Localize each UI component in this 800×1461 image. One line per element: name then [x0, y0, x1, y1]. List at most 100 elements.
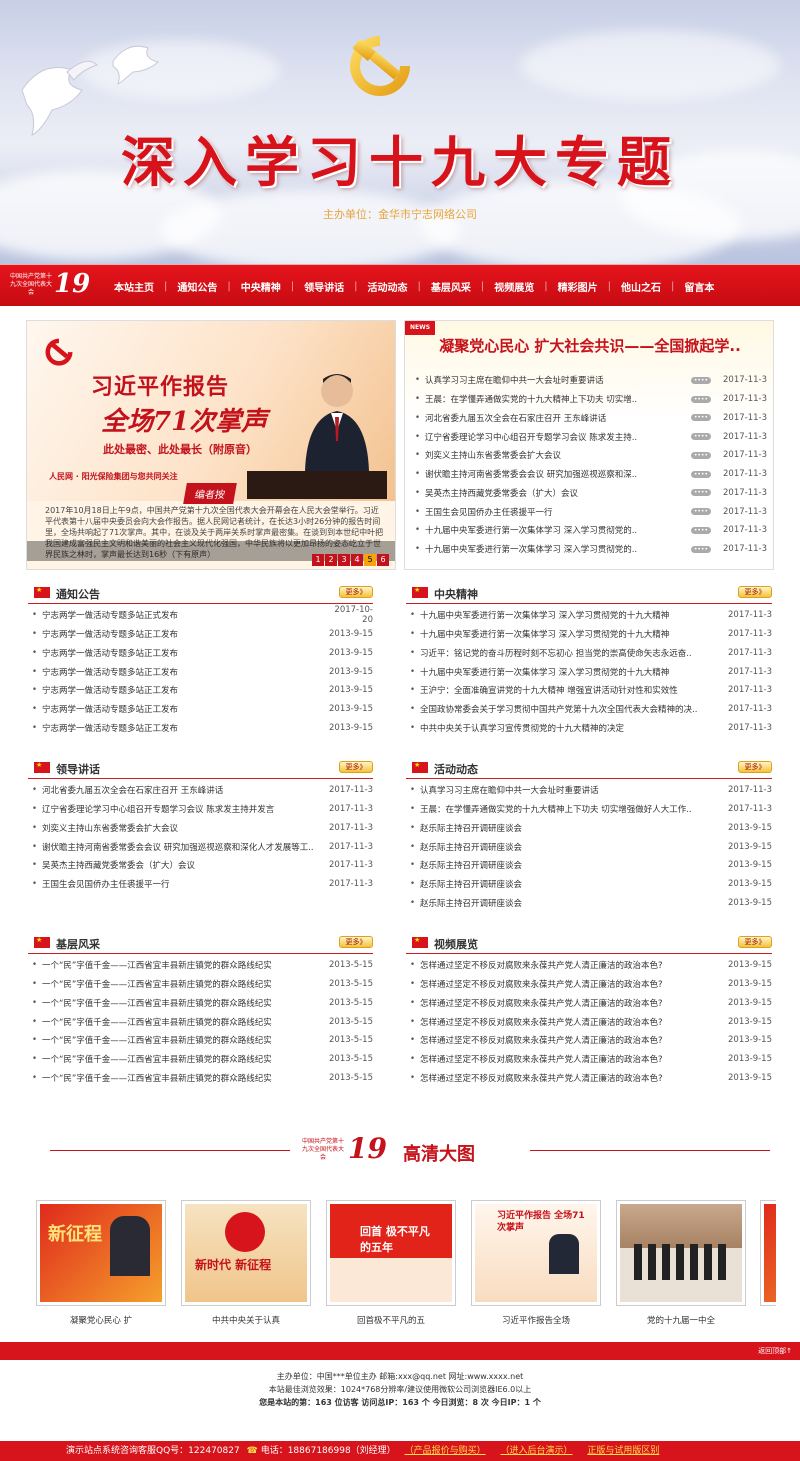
nav-item-central[interactable]: 中央精神 [231, 279, 291, 294]
list-item[interactable]: • 王晨：在学懂弄通做实党的十九大精神上下功夫 切实增强做好人大工作.. 2017-… [410, 800, 772, 819]
slider-page-6[interactable]: 6 [377, 554, 389, 566]
gallery-thumbnail[interactable] [760, 1200, 776, 1306]
item-title[interactable]: 十九届中央军委进行第一次集体学习 深入学习贯彻党的十九大精神 [420, 609, 724, 621]
item-title[interactable]: 十九届中央军委进行第一次集体学习 深入学习贯彻党的十九大精神 [420, 628, 724, 640]
nav-item-video[interactable]: 视频展览 [484, 279, 544, 294]
gallery-item[interactable]: 回首 极不平凡的五年 回首极不平凡的五 [326, 1200, 456, 1326]
list-item[interactable]: • 全国政协常委会关于学习贯彻中国共产党第十九次全国代表大会精神的决.. 2017-… [410, 700, 772, 719]
list-item[interactable]: • 怎样通过坚定不移反对腐败来永葆共产党人清正廉洁的政治本色? 2013-9-15 [410, 956, 772, 975]
list-item[interactable]: • 怎样通过坚定不移反对腐败来永葆共产党人清正廉洁的政治本色? 2013-9-15 [410, 1012, 772, 1031]
list-item[interactable]: • 怎样通过坚定不移反对腐败来永葆共产党人清正廉洁的政治本色? 2013-9-15 [410, 1050, 772, 1069]
list-item[interactable]: • 认真学习习主席在瞻仰中共一大会址时重要讲话 2017-11-3 [410, 781, 772, 800]
gallery-item[interactable]: 习近平作报告 全场71次掌声 习近平作报告全场 [471, 1200, 601, 1326]
gallery-caption[interactable]: 回首极不平凡的五 [326, 1314, 456, 1326]
item-title[interactable]: 宁志两学一做活动专题多站正工发布 [42, 628, 325, 640]
list-item[interactable]: • 赵乐际主持召开调研座谈会 2013-9-15 [410, 875, 772, 894]
gallery-carousel[interactable]: 新征程 凝聚党心民心 扩 新时代 新征程 中共中央关于认真 回首 极不平凡的五年… [36, 1200, 776, 1330]
gallery-caption[interactable]: 习近平作报告全场 [471, 1314, 601, 1326]
list-item[interactable]: • 一个“民”字值千金——江西省宜丰县新庄镇党的群众路线纪实 2013-5-15 [32, 1050, 373, 1069]
gallery-item[interactable]: 新征程 凝聚党心民心 扩 [36, 1200, 166, 1326]
license-compare-link[interactable]: 正版与试用版区别 [587, 1446, 659, 1456]
item-title[interactable]: 宁志两学一做活动专题多站正式发布 [42, 609, 325, 621]
pricing-link[interactable]: （产品报价与购买） [405, 1446, 486, 1456]
item-title[interactable]: 吴英杰主持西藏党委常委会（扩大）会议 [42, 859, 325, 871]
item-title[interactable]: 宁志两学一做活动专题多站正工发布 [42, 647, 325, 659]
list-item[interactable]: • 怎样通过坚定不移反对腐败来永葆共产党人清正廉洁的政治本色? 2013-9-15 [410, 1069, 772, 1088]
list-item[interactable]: • 一个“民”字值千金——江西省宜丰县新庄镇党的群众路线纪实 2013-5-15 [32, 1069, 373, 1088]
list-item[interactable]: • 宁志两学一做活动专题多站正工发布 2013-9-15 [32, 662, 373, 681]
list-item[interactable]: • 赵乐际主持召开调研座谈会 2013-9-15 [410, 856, 772, 875]
list-item[interactable]: • 宁志两学一做活动专题多站正工发布 2013-9-15 [32, 700, 373, 719]
list-item[interactable]: • 怎样通过坚定不移反对腐败来永葆共产党人清正廉洁的政治本色? 2013-9-15 [410, 1031, 772, 1050]
gallery-item[interactable]: 党的十九届一中全 [616, 1200, 746, 1326]
item-title[interactable]: 一个“民”字值千金——江西省宜丰县新庄镇党的群众路线纪实 [42, 1034, 325, 1046]
news-item-title[interactable]: 辽宁省委理论学习中心组召开专题学习会议 陈求发主持.. [425, 431, 691, 443]
nav-item-leaders[interactable]: 领导讲话 [294, 279, 354, 294]
gallery-item[interactable] [760, 1200, 776, 1306]
more-button[interactable]: 更多》 [738, 761, 772, 773]
list-item[interactable]: • 中共中央关于认真学习宣传贯彻党的十九大精神的决定 2017-11-3 [410, 719, 772, 738]
list-item[interactable]: • 宁志两学一做活动专题多站正工发布 2013-9-15 [32, 719, 373, 738]
item-title[interactable]: 一个“民”字值千金——江西省宜丰县新庄镇党的群众路线纪实 [42, 978, 325, 990]
list-item[interactable]: • 刘奕义主持山东省委常委会扩大会议 2017-11-3 [32, 819, 373, 838]
list-item[interactable]: • 赵乐际主持召开调研座谈会 2013-9-15 [410, 819, 772, 838]
list-item[interactable]: • 辽宁省委理论学习中心组召开专题学习会议 陈求发主持.. •••• 2017-11-… [415, 427, 767, 446]
list-item[interactable]: • 习近平：铭记党的奋斗历程时刻不忘初心 担当党的崇高使命矢志永远奋.. 2017-… [410, 644, 772, 663]
list-item[interactable]: • 一个“民”字值千金——江西省宜丰县新庄镇党的群众路线纪实 2013-5-15 [32, 975, 373, 994]
news-item-title[interactable]: 王晨：在学懂弄通做实党的十九大精神上下功夫 切实增.. [425, 393, 691, 405]
list-item[interactable]: • 王国生会见国侨办主任裘援平一行 •••• 2017-11-3 [415, 502, 767, 521]
item-title[interactable]: 宁志两学一做活动专题多站正工发布 [42, 666, 325, 678]
list-item[interactable]: • 十九届中央军委进行第一次集体学习 深入学习贯彻党的.. •••• 2017-11-… [415, 521, 767, 540]
admin-demo-link[interactable]: （进入后台演示） [500, 1446, 572, 1456]
item-title[interactable]: 赵乐际主持召开调研座谈会 [420, 878, 724, 890]
item-title[interactable]: 宁志两学一做活动专题多站正工发布 [42, 684, 325, 696]
item-title[interactable]: 一个“民”字值千金——江西省宜丰县新庄镇党的群众路线纪实 [42, 1053, 325, 1065]
list-item[interactable]: • 怎样通过坚定不移反对腐败来永葆共产党人清正廉洁的政治本色? 2013-9-15 [410, 975, 772, 994]
item-title[interactable]: 宁志两学一做活动专题多站正工发布 [42, 703, 325, 715]
list-item[interactable]: • 赵乐际主持召开调研座谈会 2013-9-15 [410, 894, 772, 913]
item-title[interactable]: 辽宁省委理论学习中心组召开专题学习会议 陈求发主持并发言 [42, 803, 325, 815]
list-item[interactable]: • 辽宁省委理论学习中心组召开专题学习会议 陈求发主持并发言 2017-11-3 [32, 800, 373, 819]
gallery-caption[interactable]: 党的十九届一中全 [616, 1314, 746, 1326]
more-button[interactable]: 更多》 [339, 586, 373, 598]
item-title[interactable]: 一个“民”字值千金——江西省宜丰县新庄镇党的群众路线纪实 [42, 997, 325, 1009]
list-item[interactable]: • 吴英杰主持西藏党委常委会（扩大）会议 2017-11-3 [32, 856, 373, 875]
item-title[interactable]: 宁志两学一做活动专题多站正工发布 [42, 722, 325, 734]
slider-page-5[interactable]: 5 [364, 554, 376, 566]
gallery-thumbnail[interactable]: 新征程 [36, 1200, 166, 1306]
gallery-thumbnail[interactable]: 习近平作报告 全场71次掌声 [471, 1200, 601, 1306]
headline-news-title[interactable]: 凝聚党心民心 扩大社会共识——全国掀起学.. [405, 335, 775, 356]
slider-page-3[interactable]: 3 [338, 554, 350, 566]
list-item[interactable]: • 十九届中央军委进行第一次集体学习 深入学习贯彻党的十九大精神 2017-11-3 [410, 625, 772, 644]
item-title[interactable]: 王晨：在学懂弄通做实党的十九大精神上下功夫 切实增强做好人大工作.. [420, 803, 724, 815]
item-title[interactable]: 认真学习习主席在瞻仰中共一大会址时重要讲话 [420, 784, 724, 796]
item-title[interactable]: 刘奕义主持山东省委常委会扩大会议 [42, 822, 325, 834]
gallery-item[interactable]: 新时代 新征程 中共中央关于认真 [181, 1200, 311, 1326]
nav-item-photos[interactable]: 精彩图片 [548, 279, 608, 294]
list-item[interactable]: • 刘奕义主持山东省委常委会扩大会议 •••• 2017-11-3 [415, 446, 767, 465]
item-title[interactable]: 怎样通过坚定不移反对腐败来永葆共产党人清正廉洁的政治本色? [420, 978, 724, 990]
item-title[interactable]: 一个“民”字值千金——江西省宜丰县新庄镇党的群众路线纪实 [42, 959, 325, 971]
item-title[interactable]: 赵乐际主持召开调研座谈会 [420, 859, 724, 871]
gallery-thumbnail[interactable]: 回首 极不平凡的五年 [326, 1200, 456, 1306]
nav-item-activity[interactable]: 活动动态 [358, 279, 418, 294]
list-item[interactable]: • 王国生会见国侨办主任裘援平一行 2017-11-3 [32, 875, 373, 894]
list-item[interactable]: • 怎样通过坚定不移反对腐败来永葆共产党人清正廉洁的政治本色? 2013-9-15 [410, 994, 772, 1013]
nav-item-guestbook[interactable]: 留言本 [674, 279, 724, 294]
item-title[interactable]: 赵乐际主持召开调研座谈会 [420, 822, 724, 834]
featured-slider[interactable]: 习近平作报告 全场71次掌声 此处最密、此处最长（附原音） 人民网 · 阳光保险… [26, 320, 396, 570]
item-title[interactable]: 王沪宁：全面准确宣讲党的十九大精神 增强宣讲活动针对性和实效性 [420, 684, 724, 696]
list-item[interactable]: • 赵乐际主持召开调研座谈会 2013-9-15 [410, 837, 772, 856]
item-title[interactable]: 一个“民”字值千金——江西省宜丰县新庄镇党的群众路线纪实 [42, 1016, 325, 1028]
list-item[interactable]: • 宁志两学一做活动专题多站正工发布 2013-9-15 [32, 625, 373, 644]
more-button[interactable]: 更多》 [738, 586, 772, 598]
item-title[interactable]: 怎样通过坚定不移反对腐败来永葆共产党人清正廉洁的政治本色? [420, 997, 724, 1009]
list-item[interactable]: • 宁志两学一做活动专题多站正工发布 2013-9-15 [32, 644, 373, 663]
news-item-title[interactable]: 刘奕义主持山东省委常委会扩大会议 [425, 449, 691, 461]
news-item-title[interactable]: 河北省委九届五次全会在石家庄召开 王东峰讲话 [425, 412, 691, 424]
more-button[interactable]: 更多》 [339, 936, 373, 948]
more-button[interactable]: 更多》 [738, 936, 772, 948]
list-item[interactable]: • 十九届中央军委进行第一次集体学习 深入学习贯彻党的.. •••• 2017-11-… [415, 540, 767, 559]
news-item-title[interactable]: 王国生会见国侨办主任裘援平一行 [425, 506, 691, 518]
list-item[interactable]: • 河北省委九届五次全会在石家庄召开 王东峰讲话 2017-11-3 [32, 781, 373, 800]
